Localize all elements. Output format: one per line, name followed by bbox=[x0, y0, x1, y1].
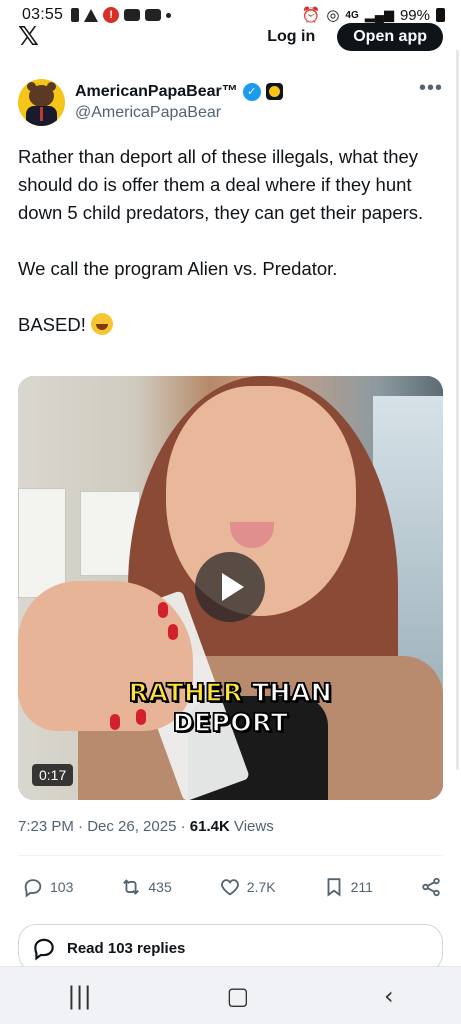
post-timestamp[interactable]: 7:23 PM · Dec 26, 2025 · bbox=[18, 818, 190, 835]
read-replies-label: Read 103 replies bbox=[67, 939, 186, 957]
warning-icon bbox=[84, 8, 99, 22]
views-label: Views bbox=[229, 818, 274, 835]
repost-button[interactable]: 435 bbox=[120, 876, 172, 898]
repost-count: 435 bbox=[148, 879, 172, 895]
network-4g-icon: 4G bbox=[345, 9, 359, 21]
notification-icons: ! bbox=[71, 7, 172, 23]
post-meta: 7:23 PM · Dec 26, 2025 · 61.4K Views bbox=[18, 818, 274, 835]
video-caption-line2: DEPORT bbox=[172, 707, 289, 738]
read-replies-button[interactable]: Read 103 replies bbox=[18, 924, 443, 972]
avatar-tie bbox=[40, 106, 43, 121]
display-name[interactable]: AmericanPapaBear™ bbox=[75, 83, 238, 101]
video-nail bbox=[168, 624, 178, 640]
page-scrollbar[interactable] bbox=[456, 50, 459, 770]
caption-word-yellow: RATHER bbox=[128, 677, 243, 708]
youtube-icon bbox=[145, 9, 162, 21]
heart-icon bbox=[220, 879, 239, 896]
like-count: 2.7K bbox=[246, 879, 276, 895]
post-paragraph: Rather than deport all of these illegals… bbox=[18, 146, 424, 223]
verified-badge-icon: ✓ bbox=[242, 82, 261, 101]
post-paragraph-text: BASED! bbox=[18, 314, 86, 335]
sim-icon bbox=[71, 8, 80, 22]
affiliation-badge-icon[interactable] bbox=[265, 83, 283, 100]
avatar-bear-head bbox=[29, 84, 54, 107]
more-options-icon[interactable]: ••• bbox=[419, 77, 443, 100]
name-row: AmericanPapaBear™ ✓ bbox=[75, 82, 283, 101]
android-nav-bar: ||| ▢ ‹ bbox=[0, 966, 461, 1024]
bookmark-icon bbox=[327, 878, 341, 897]
back-icon[interactable]: ‹ bbox=[384, 982, 394, 1010]
login-link[interactable]: Log in bbox=[267, 28, 315, 46]
share-icon bbox=[422, 877, 440, 897]
video-duration: 0:17 bbox=[32, 764, 74, 786]
signal-icon: ▂▄▆ bbox=[364, 7, 394, 22]
caption-word-white: THAN bbox=[251, 677, 333, 708]
avatar[interactable] bbox=[18, 78, 65, 126]
video-background-board bbox=[18, 488, 66, 598]
bookmark-count: 211 bbox=[350, 879, 373, 895]
user-handle[interactable]: @AmericaPapaBear bbox=[75, 104, 283, 122]
dot-icon bbox=[166, 12, 172, 18]
views-count: 61.4K bbox=[189, 818, 230, 835]
reply-icon bbox=[24, 879, 42, 898]
reply-button[interactable]: 103 bbox=[22, 876, 73, 898]
video-nail bbox=[158, 602, 168, 618]
alert-icon: ! bbox=[103, 7, 120, 23]
recent-apps-icon[interactable]: ||| bbox=[67, 982, 91, 1010]
youtube-icon bbox=[124, 9, 141, 21]
post-paragraph: We call the program Alien vs. Predator. bbox=[18, 258, 338, 279]
video-caption-line1: RATHER THAN bbox=[18, 677, 443, 708]
laughing-emoji-icon bbox=[91, 313, 113, 335]
bookmark-button[interactable]: 211 bbox=[323, 876, 373, 898]
battery-text: 99% bbox=[399, 6, 430, 24]
video-player[interactable]: RATHER THAN DEPORT 0:17 bbox=[18, 376, 443, 800]
author-names: AmericanPapaBear™ ✓ @AmericaPapaBear bbox=[75, 82, 283, 122]
play-button[interactable] bbox=[195, 552, 265, 622]
post-header: AmericanPapaBear™ ✓ @AmericaPapaBear ••• bbox=[18, 77, 443, 127]
repost-icon bbox=[123, 879, 140, 895]
x-logo-icon[interactable]: 𝕏 bbox=[18, 22, 39, 52]
divider bbox=[18, 855, 443, 856]
home-icon[interactable]: ▢ bbox=[226, 982, 249, 1010]
action-bar: 103 435 2.7K 211 bbox=[22, 872, 442, 902]
replies-icon bbox=[34, 938, 54, 961]
battery-icon bbox=[436, 8, 445, 22]
post-text: Rather than deport all of these illegals… bbox=[18, 143, 443, 339]
post-paragraph-last: BASED! bbox=[18, 311, 443, 339]
reply-count: 103 bbox=[50, 879, 74, 895]
open-app-button[interactable]: Open app bbox=[337, 23, 443, 51]
top-nav: 𝕏 Log in Open app bbox=[0, 22, 461, 52]
share-button[interactable] bbox=[420, 876, 442, 898]
like-button[interactable]: 2.7K bbox=[219, 876, 276, 898]
